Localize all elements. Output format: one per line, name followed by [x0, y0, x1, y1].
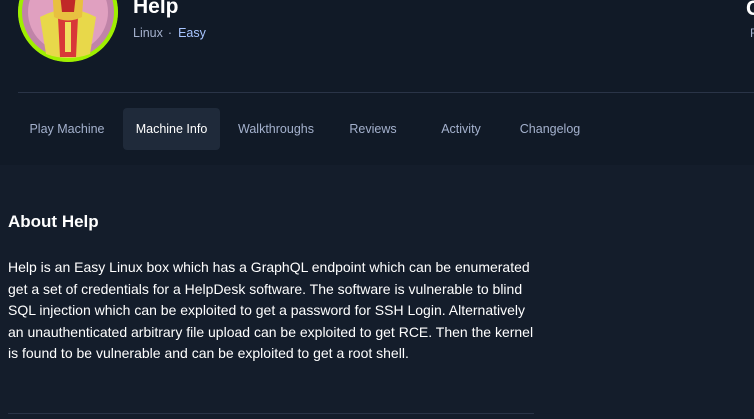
- meta-separator: ·: [167, 26, 173, 40]
- machine-title: Help: [133, 0, 179, 18]
- machine-description: Help is an Easy Linux box which has a Gr…: [8, 259, 534, 362]
- machine-meta: Linux · Easy: [133, 26, 206, 40]
- tab-changelog[interactable]: Changelog: [510, 108, 590, 150]
- about-heading: About Help: [8, 212, 99, 231]
- header-divider: [18, 92, 754, 93]
- machine-avatar: [18, 0, 118, 62]
- tab-machine-info[interactable]: Machine Info: [123, 108, 220, 150]
- cut-off-header-subtext: R: [750, 26, 754, 40]
- tab-activity[interactable]: Activity: [428, 108, 494, 150]
- machine-tabs: Play Machine Machine Info Walkthroughs R…: [0, 108, 754, 150]
- section-divider: [8, 413, 534, 414]
- machine-logo-icon: [18, 0, 118, 62]
- machine-os: Linux: [133, 26, 163, 40]
- machine-difficulty[interactable]: Easy: [178, 26, 206, 40]
- tab-play-machine[interactable]: Play Machine: [20, 108, 114, 150]
- tab-walkthroughs[interactable]: Walkthroughs: [229, 108, 323, 150]
- cut-off-header-text: C: [746, 0, 754, 20]
- tab-reviews[interactable]: Reviews: [336, 108, 410, 150]
- machine-header: Help Linux · Easy C R Play Machine Machine…: [0, 0, 754, 165]
